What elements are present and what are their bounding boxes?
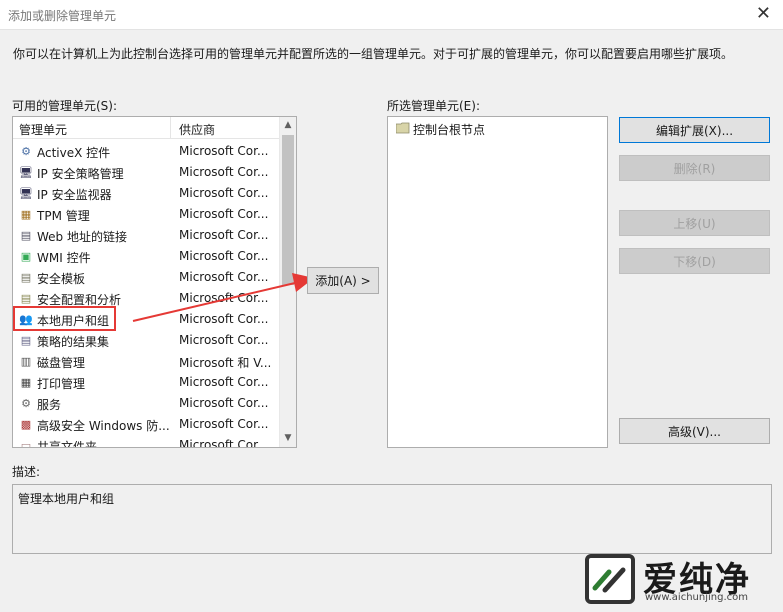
snapin-vendor: Microsoft Cor... (179, 438, 269, 448)
move-down-button[interactable]: 下移(D) (619, 248, 770, 274)
watermark-url: www.aichunjing.com (645, 592, 748, 603)
watermark-logo-icon (585, 554, 635, 604)
snapin-vendor: Microsoft Cor... (179, 165, 269, 179)
snapin-vendor: Microsoft Cor... (179, 417, 269, 431)
list-item[interactable]: ▩ 高级安全 Windows 防... Microsoft Cor... (13, 414, 279, 435)
snapin-vendor: Microsoft Cor... (179, 396, 269, 410)
highlight-box (13, 306, 116, 331)
available-label: 可用的管理单元(S): (12, 99, 118, 113)
wmi-icon: ▣ (20, 250, 32, 263)
advanced-button[interactable]: 高级(V)... (619, 418, 770, 444)
snapin-rows: ⚙ ActiveX 控件 Microsoft Cor... 🖥 IP 安全策略管理 Mic… (13, 141, 279, 448)
snapin-name: 策略的结果集 (37, 335, 110, 349)
snapin-name: 打印管理 (37, 377, 86, 391)
snapin-name: 高级安全 Windows 防... (37, 419, 170, 433)
edit-extensions-button[interactable]: 编辑扩展(X)... (619, 117, 770, 143)
snapin-vendor: Microsoft Cor... (179, 144, 269, 158)
snapin-vendor: Microsoft Cor... (179, 312, 269, 326)
web-link-icon: ▤ (20, 229, 32, 242)
column-header-vendor[interactable]: 供应商 (179, 121, 215, 138)
snapin-name: TPM 管理 (37, 209, 90, 223)
snapin-name: IP 安全监视器 (37, 188, 112, 202)
snapin-name: 安全模板 (37, 272, 86, 286)
snapin-vendor: Microsoft Cor... (179, 249, 269, 263)
scroll-thumb[interactable] (282, 135, 294, 285)
printer-icon: ▦ (20, 376, 32, 389)
list-item[interactable]: ▦ 打印管理 Microsoft Cor... (13, 372, 279, 393)
description-text: 管理本地用户和组 (18, 492, 115, 506)
snapin-name: IP 安全策略管理 (37, 167, 124, 181)
security-template-icon: ▤ (20, 271, 32, 284)
shared-folder-icon: ▭ (20, 439, 32, 448)
folder-icon (396, 122, 410, 134)
list-item[interactable]: ⚙ ActiveX 控件 Microsoft Cor... (13, 141, 279, 162)
add-button[interactable]: 添加(A) > (307, 267, 379, 294)
description-box: 管理本地用户和组 (12, 484, 772, 554)
snapin-vendor: Microsoft 和 V... (179, 356, 272, 370)
disk-icon: ▥ (20, 355, 32, 368)
snapin-vendor: Microsoft Cor... (179, 270, 269, 284)
list-item[interactable]: ▤ Web 地址的链接 Microsoft Cor... (13, 225, 279, 246)
selected-label: 所选管理单元(E): (387, 99, 480, 113)
console-root-item[interactable]: 控制台根节点 (413, 121, 485, 138)
available-snapins-list[interactable]: 管理单元 供应商 ⚙ ActiveX 控件 Microsoft Cor... 🖥 IP … (12, 116, 297, 448)
tpm-icon: ▦ (20, 208, 32, 221)
description-label: 描述: (12, 465, 41, 479)
rsop-icon: ▤ (20, 334, 32, 347)
snapin-name: WMI 控件 (37, 251, 91, 265)
services-icon: ⚙ (21, 397, 31, 410)
list-item[interactable]: 🖥 IP 安全策略管理 Microsoft Cor... (13, 162, 279, 183)
close-icon[interactable]: ✕ (756, 3, 771, 24)
security-config-icon: ▤ (20, 292, 32, 305)
list-header: 管理单元 供应商 (13, 117, 279, 139)
scroll-down-icon[interactable]: ▼ (280, 430, 296, 447)
list-item[interactable]: ▭ 共享文件夹 Microsoft Cor... (13, 435, 279, 448)
snapin-vendor: Microsoft Cor... (179, 333, 269, 347)
window-title: 添加或删除管理单元 (8, 9, 117, 23)
move-up-button[interactable]: 上移(U) (619, 210, 770, 236)
scroll-up-icon[interactable]: ▲ (280, 117, 296, 134)
title-bar: 添加或删除管理单元 ✕ (0, 0, 783, 30)
list-item[interactable]: ▣ WMI 控件 Microsoft Cor... (13, 246, 279, 267)
snapin-vendor: Microsoft Cor... (179, 228, 269, 242)
ip-policy-icon: 🖥 (19, 166, 33, 179)
firewall-icon: ▩ (20, 418, 32, 431)
snapin-name: Web 地址的链接 (37, 230, 127, 244)
snapin-vendor: Microsoft Cor... (179, 291, 269, 305)
snapin-vendor: Microsoft Cor... (179, 375, 269, 389)
selected-snapins-list[interactable]: 控制台根节点 (387, 116, 608, 448)
snapin-name: 服务 (37, 398, 62, 412)
vertical-scrollbar[interactable]: ▲ ▼ (279, 117, 296, 447)
snapin-name: ActiveX 控件 (37, 146, 111, 160)
watermark: 爱纯净 www.aichunjing.com (585, 554, 775, 608)
column-divider[interactable] (170, 117, 171, 139)
snapin-name: 共享文件夹 (37, 440, 98, 448)
snapin-name: 磁盘管理 (37, 356, 86, 370)
list-item[interactable]: ▤ 安全模板 Microsoft Cor... (13, 267, 279, 288)
list-item[interactable]: ▦ TPM 管理 Microsoft Cor... (13, 204, 279, 225)
ip-monitor-icon: 🖥 (19, 187, 33, 200)
snapin-vendor: Microsoft Cor... (179, 207, 269, 221)
column-header-name[interactable]: 管理单元 (19, 121, 67, 138)
intro-text: 你可以在计算机上为此控制台选择可用的管理单元并配置所选的一组管理单元。对于可扩展… (13, 47, 734, 61)
list-item[interactable]: ▤ 策略的结果集 Microsoft Cor... (13, 330, 279, 351)
snapin-vendor: Microsoft Cor... (179, 186, 269, 200)
remove-button[interactable]: 删除(R) (619, 155, 770, 181)
list-item[interactable]: ⚙ 服务 Microsoft Cor... (13, 393, 279, 414)
list-item[interactable]: 🖥 IP 安全监视器 Microsoft Cor... (13, 183, 279, 204)
list-item[interactable]: ▥ 磁盘管理 Microsoft 和 V... (13, 351, 279, 372)
activex-icon: ⚙ (21, 145, 31, 158)
